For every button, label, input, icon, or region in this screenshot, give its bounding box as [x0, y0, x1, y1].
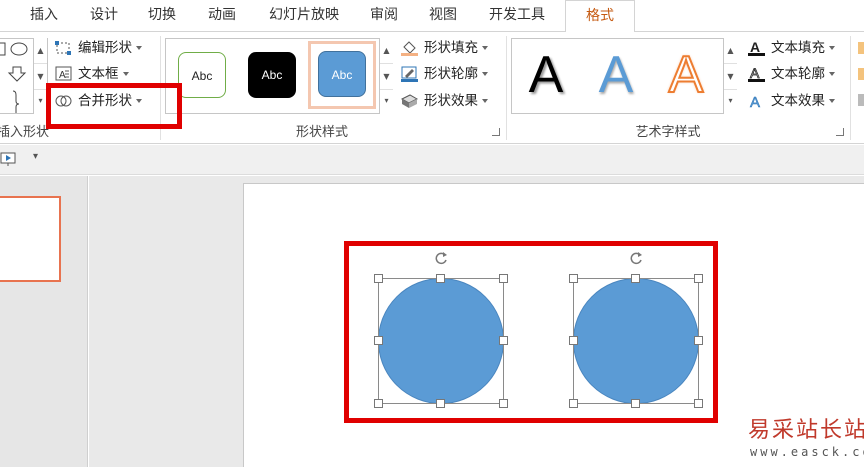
- wordart-gallery-scroll[interactable]: ▲ ▼ ▾: [723, 38, 737, 114]
- resize-handle[interactable]: [436, 399, 445, 408]
- resize-handle[interactable]: [374, 274, 383, 283]
- customize-qat-icon[interactable]: ▾: [33, 151, 38, 162]
- paint-bucket-icon: [401, 40, 418, 56]
- resize-handle[interactable]: [499, 336, 508, 345]
- circle-shape-left[interactable]: [374, 252, 508, 408]
- ribbon: ▲ ▼ ▾ 编辑形状 A 文本框 合并形状 插入形状 Abc Abc Abc ▲…: [0, 32, 864, 144]
- tab-review[interactable]: 审阅: [358, 0, 410, 32]
- resize-handle[interactable]: [499, 274, 508, 283]
- circle-shape-right[interactable]: [569, 252, 703, 408]
- rotate-handle-icon[interactable]: [628, 250, 644, 266]
- resize-handle[interactable]: [436, 274, 445, 283]
- text-fill-icon: A: [748, 39, 765, 56]
- shape-style-gallery-scroll[interactable]: ▲ ▼ ▾: [379, 38, 393, 114]
- edit-shape-icon: [55, 40, 72, 56]
- group-label-shape-styles: 形状样式: [295, 125, 348, 140]
- group-separator: [506, 36, 507, 140]
- watermark-url: www.easck.com: [750, 445, 864, 459]
- pen-outline-icon: [401, 66, 418, 82]
- selection-box: [573, 278, 699, 404]
- tab-developer[interactable]: 开发工具: [476, 0, 558, 32]
- wordart-sample-black[interactable]: A: [518, 43, 574, 107]
- group-label-wordart-styles: 艺术字样式: [635, 125, 701, 140]
- tab-slideshow[interactable]: 幻灯片放映: [258, 0, 350, 32]
- slide-thumbnail[interactable]: [0, 196, 61, 282]
- resize-handle[interactable]: [694, 336, 703, 345]
- tab-transitions[interactable]: 切换: [136, 0, 188, 32]
- resize-handle[interactable]: [499, 399, 508, 408]
- svg-text:A: A: [59, 70, 66, 81]
- shape-style-gallery[interactable]: Abc Abc Abc: [165, 38, 393, 114]
- svg-text:A: A: [750, 66, 760, 81]
- quick-access-toolbar: ▾: [0, 145, 864, 175]
- resize-handle[interactable]: [374, 399, 383, 408]
- tab-format[interactable]: 格式: [565, 0, 635, 33]
- chevron-up-icon[interactable]: ▲: [380, 38, 393, 64]
- more-icon[interactable]: ▾: [380, 88, 393, 114]
- resize-handle[interactable]: [569, 274, 578, 283]
- rotate-handle-icon[interactable]: [433, 250, 449, 266]
- tab-insert[interactable]: 插入: [18, 0, 70, 32]
- text-outline-icon: A: [748, 65, 765, 82]
- dialog-launcher-icon[interactable]: [492, 128, 500, 136]
- tab-design[interactable]: 设计: [78, 0, 130, 32]
- wordart-gallery[interactable]: A A A: [511, 38, 727, 114]
- chevron-down-icon[interactable]: ▼: [380, 64, 393, 90]
- ribbon-tab-bar: 插入 设计 切换 动画 幻灯片放映 审阅 视图 开发工具 格式: [0, 0, 864, 33]
- slide-thumbnail-pane: [0, 176, 88, 467]
- chevron-up-icon[interactable]: ▲: [724, 38, 737, 64]
- tab-animations[interactable]: 动画: [194, 0, 250, 32]
- resize-handle[interactable]: [374, 336, 383, 345]
- svg-text:A: A: [750, 94, 760, 109]
- shape-effects-icon: [400, 93, 419, 109]
- more-icon[interactable]: ▾: [34, 88, 47, 114]
- style-swatch-black[interactable]: Abc: [248, 52, 296, 98]
- watermark-logo: 易采站长站 www.easck.com: [748, 412, 864, 467]
- resize-handle[interactable]: [631, 274, 640, 283]
- merge-shapes-icon: [55, 93, 72, 109]
- shape-gallery-scroll[interactable]: ▲ ▼ ▾: [33, 38, 47, 114]
- resize-handle[interactable]: [694, 399, 703, 408]
- svg-text:A: A: [750, 40, 760, 55]
- group-label-insert-shapes: 插入形状: [0, 125, 49, 140]
- text-effects-icon: A: [748, 93, 765, 112]
- wordart-sample-blue[interactable]: A: [588, 43, 644, 107]
- more-icon[interactable]: ▾: [724, 88, 737, 114]
- group-separator: [160, 36, 161, 140]
- resize-handle[interactable]: [569, 336, 578, 345]
- tab-view[interactable]: 视图: [416, 0, 470, 32]
- resize-handle[interactable]: [569, 399, 578, 408]
- resize-handle[interactable]: [631, 399, 640, 408]
- selection-box: [378, 278, 504, 404]
- chevron-down-icon[interactable]: ▼: [34, 64, 47, 90]
- watermark-title: 易采站长站: [748, 418, 864, 443]
- chevron-up-icon[interactable]: ▲: [34, 38, 47, 64]
- start-from-beginning-icon[interactable]: [0, 150, 18, 168]
- wordart-sample-orange[interactable]: A: [658, 43, 714, 107]
- style-swatch-blue[interactable]: Abc: [318, 51, 366, 97]
- chevron-down-icon[interactable]: ▼: [724, 64, 737, 90]
- arrange-group-partial: [858, 40, 864, 110]
- text-box-icon: A: [55, 66, 72, 82]
- dialog-launcher-icon[interactable]: [836, 128, 844, 136]
- style-swatch-outline[interactable]: Abc: [178, 52, 226, 98]
- group-separator: [850, 36, 851, 140]
- resize-handle[interactable]: [694, 274, 703, 283]
